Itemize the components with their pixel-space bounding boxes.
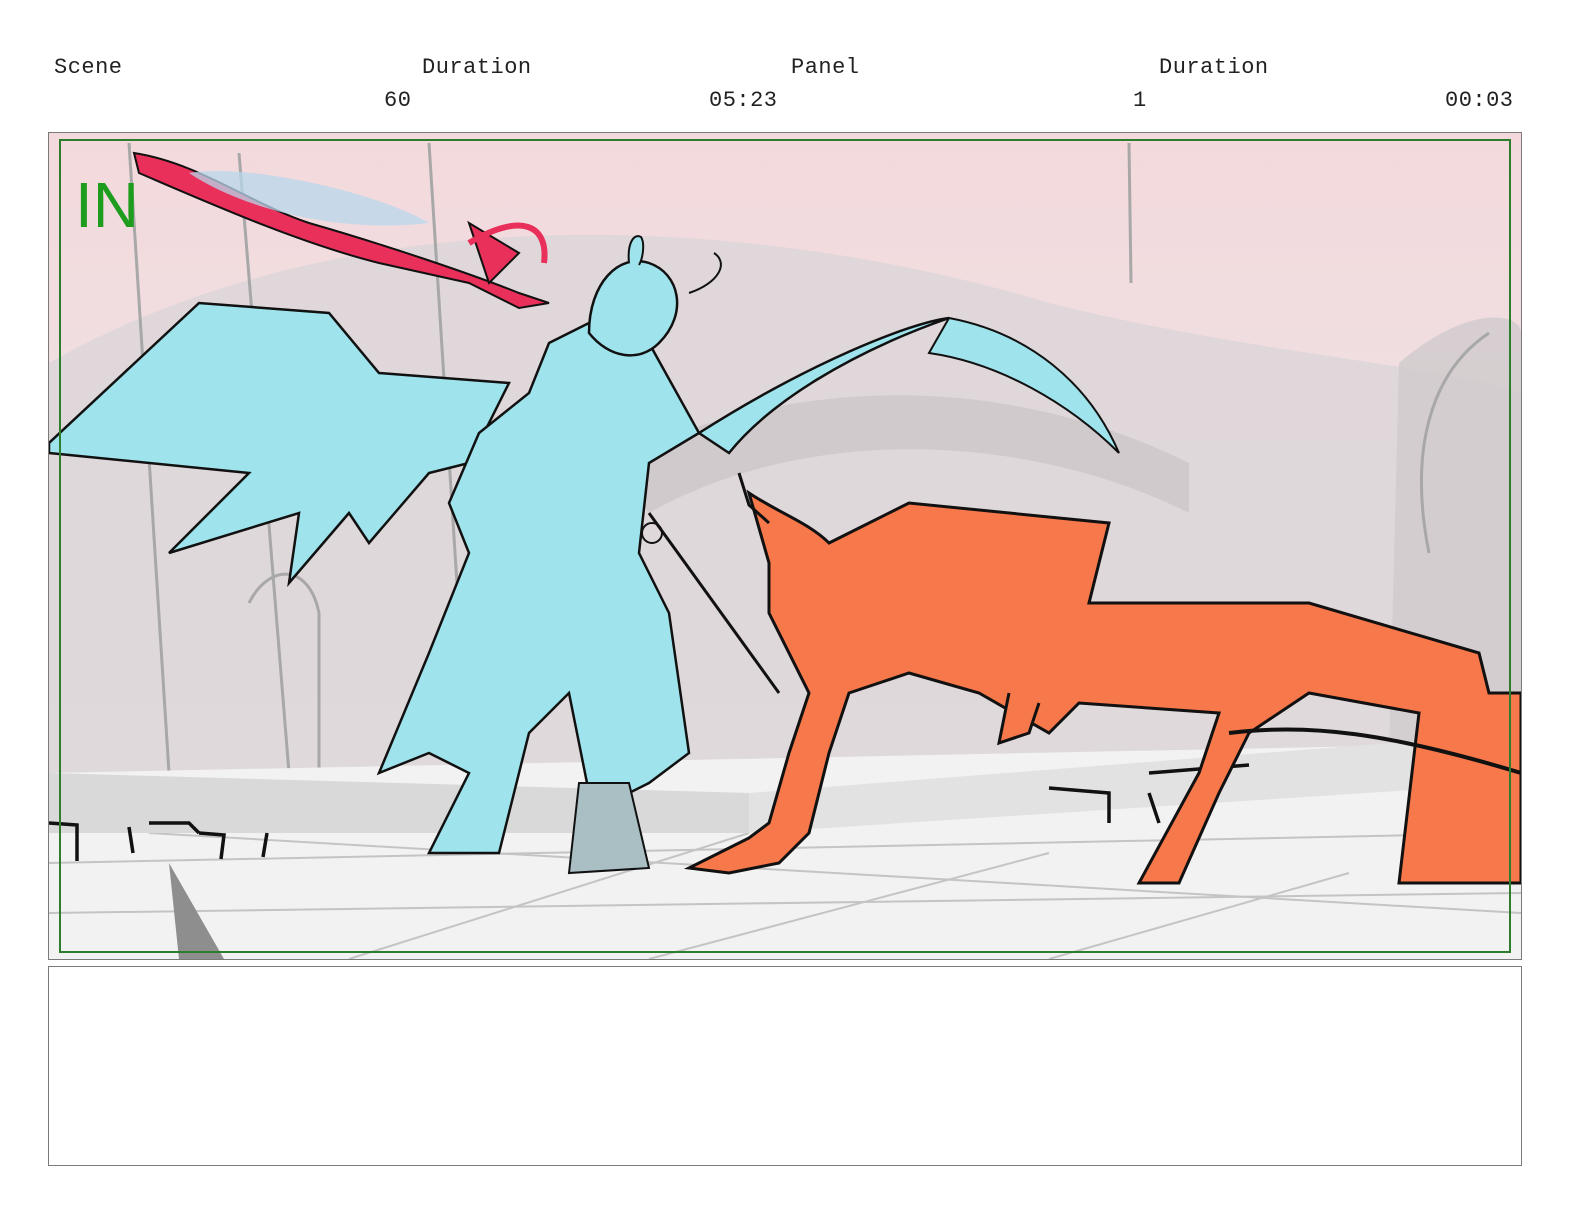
cyan-ear [627, 235, 645, 266]
panel-notes-box[interactable] [48, 966, 1522, 1166]
scene-duration-label: Duration [422, 55, 532, 80]
storyboard-panel: IN [48, 132, 1522, 960]
scene-label: Scene [54, 55, 123, 80]
scene-duration-value: 05:23 [709, 88, 778, 113]
panel-label: Panel [791, 55, 860, 80]
scene-number: 60 [384, 88, 412, 113]
panel-number: 1 [1133, 88, 1147, 113]
in-marker: IN [75, 169, 139, 241]
panel-drawing: IN [49, 133, 1521, 959]
panel-duration-label: Duration [1159, 55, 1269, 80]
panel-duration-value: 00:03 [1445, 88, 1514, 113]
